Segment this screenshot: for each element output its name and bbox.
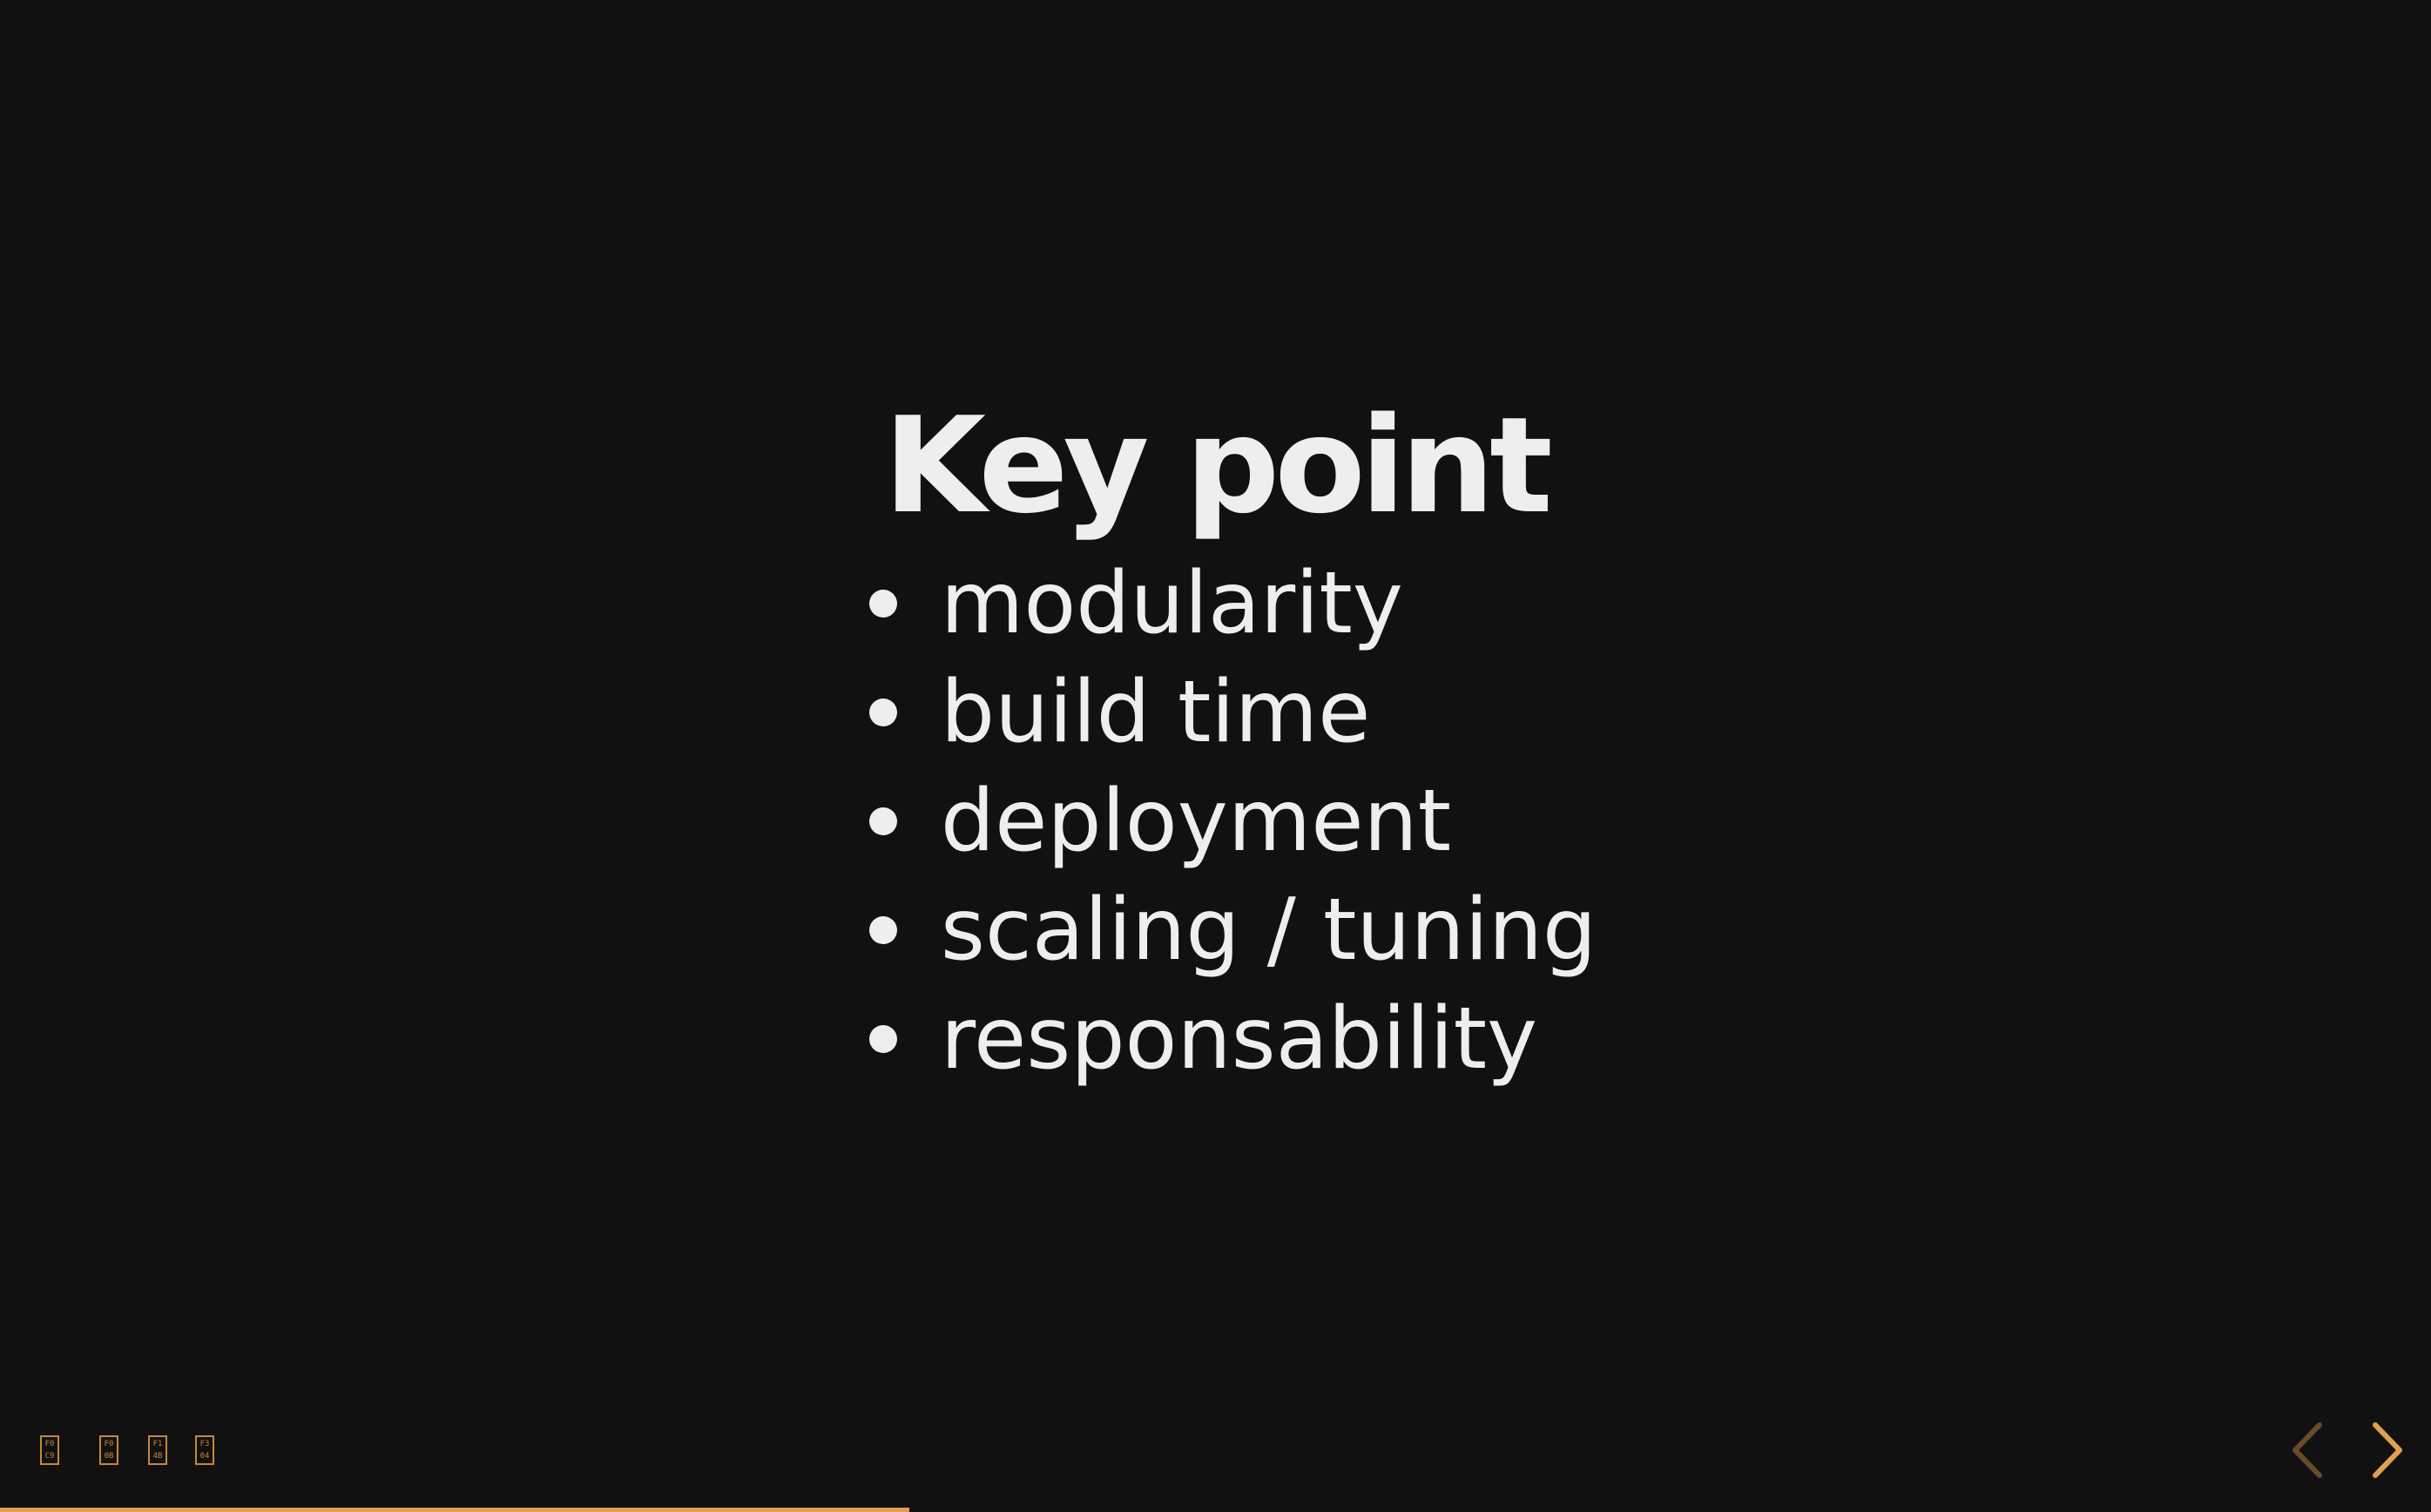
glyph-f304-icon[interactable]: F3 04: [195, 1435, 214, 1465]
bullet-item: modularity: [868, 549, 1597, 658]
bullet-dot: [868, 589, 897, 618]
bullet-dot: [868, 698, 897, 726]
glyph-code-bottom: 0B: [104, 1452, 114, 1461]
glyph-f0c9-icon[interactable]: F0 C9: [40, 1435, 59, 1465]
glyph-code-bottom: 4B: [152, 1452, 163, 1461]
bullet-text: responsability: [940, 989, 1538, 1089]
glyph-code-top: F0: [104, 1440, 114, 1448]
bullet-text: scaling / tuning: [940, 880, 1597, 980]
slide-controls: F0 C9 F0 0B F1 4B F3 04: [40, 1435, 254, 1465]
bullet-item: deployment: [868, 766, 1597, 875]
slide-content: Key point modularity build time deployme…: [0, 383, 2431, 1093]
slide-title: Key point: [883, 388, 1552, 543]
bullet-dot: [868, 1024, 897, 1053]
bullet-dot: [868, 807, 897, 835]
bullet-dot: [868, 915, 897, 944]
chevron-left-icon[interactable]: [2285, 1420, 2332, 1481]
progress-fill: [0, 1508, 909, 1512]
glyph-code-top: F1: [152, 1440, 163, 1448]
progress-bar[interactable]: [0, 1508, 2431, 1512]
chevron-right-icon[interactable]: [2363, 1420, 2410, 1481]
glyph-code-top: F3: [199, 1440, 210, 1448]
slide-navigation: [2285, 1420, 2410, 1481]
bullet-list: modularity build time deployment scaling…: [868, 549, 1597, 1093]
glyph-code-bottom: 04: [199, 1452, 210, 1461]
bullet-item: scaling / tuning: [868, 875, 1597, 984]
bullet-item: responsability: [868, 984, 1597, 1093]
slide: Key point modularity build time deployme…: [0, 0, 2431, 1512]
glyph-code-top: F0: [44, 1440, 55, 1448]
bullet-text: build time: [940, 662, 1371, 762]
bullet-item: build time: [868, 658, 1597, 766]
glyph-f14b-icon[interactable]: F1 4B: [148, 1435, 167, 1465]
glyph-code-bottom: C9: [44, 1452, 55, 1461]
glyph-f00b-icon[interactable]: F0 0B: [99, 1435, 118, 1465]
bullet-text: modularity: [940, 553, 1403, 653]
bullet-text: deployment: [940, 771, 1452, 871]
